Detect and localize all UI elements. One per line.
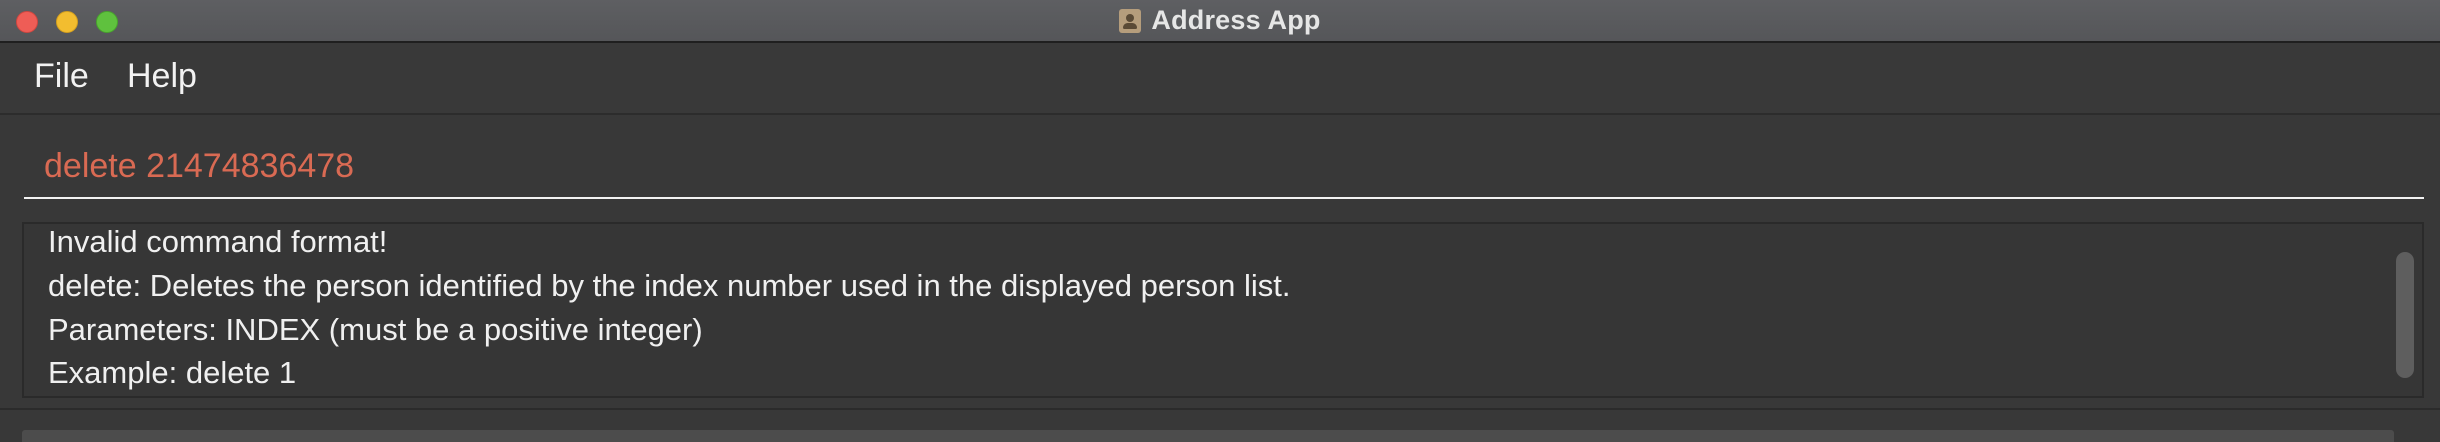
divider [0, 408, 2440, 410]
result-line: Parameters: INDEX (must be a positive in… [48, 312, 703, 347]
menu-file[interactable]: File [34, 57, 89, 96]
command-box [0, 115, 2440, 210]
address-book-icon [1119, 8, 1142, 33]
result-scrollbar[interactable] [2396, 252, 2414, 378]
result-line: Example: delete 1 [48, 355, 297, 390]
menu-bar: File Help [0, 43, 2440, 115]
result-line: delete: Deletes the person identified by… [48, 268, 1291, 303]
window-title-group: Address App [0, 0, 2440, 41]
menu-help[interactable]: Help [127, 57, 197, 96]
command-input[interactable] [24, 135, 2424, 199]
result-line: Invalid command format! [48, 224, 388, 259]
app-window: Address App File Help Invalid command fo… [0, 0, 2440, 442]
person-list-panel [22, 430, 2394, 442]
window-title: Address App [1151, 5, 1321, 35]
title-bar[interactable]: Address App [0, 0, 2440, 43]
result-display[interactable]: Invalid command format! delete: Deletes … [22, 222, 2424, 398]
